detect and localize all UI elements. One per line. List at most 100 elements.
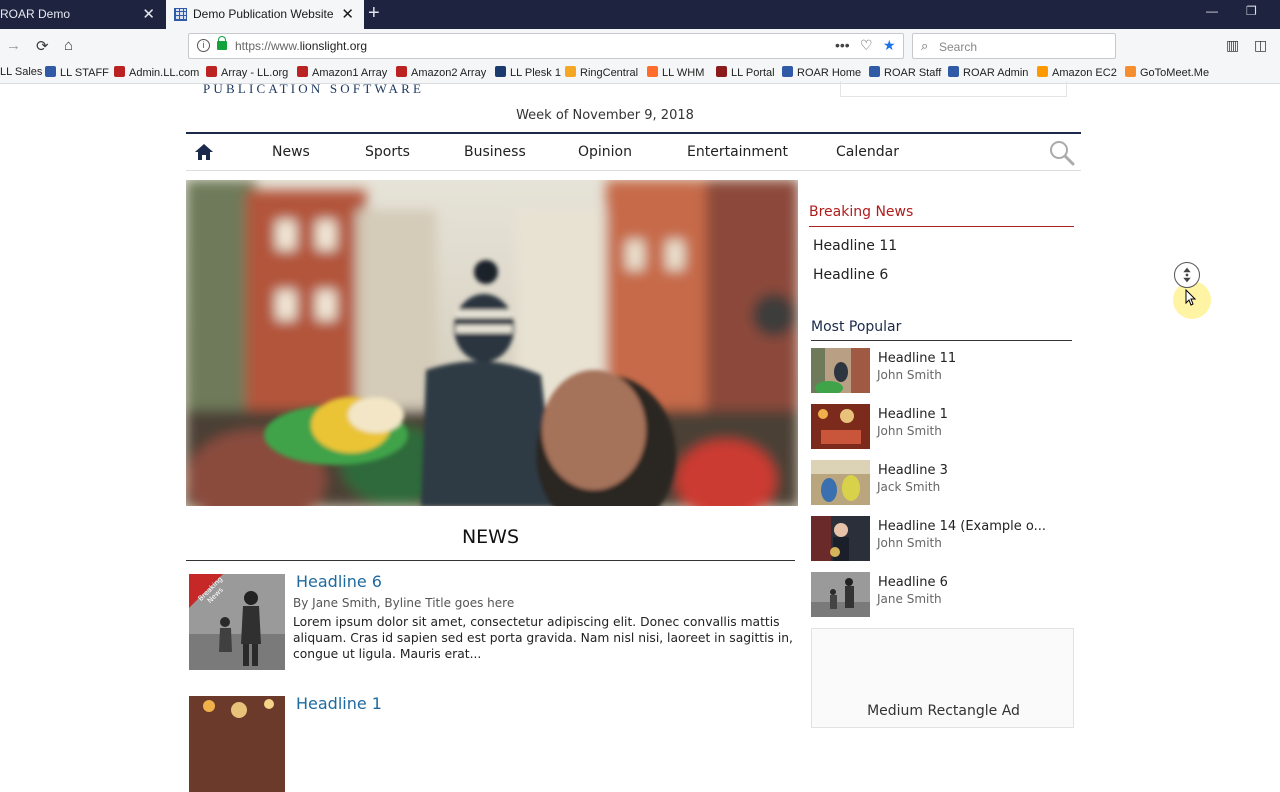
nav-news[interactable]: News <box>272 144 310 160</box>
popular-thumbnail[interactable] <box>811 348 870 393</box>
bookmark-item[interactable]: ROAR Home <box>782 66 861 79</box>
popular-headline[interactable]: Headline 6 <box>878 575 948 590</box>
header-widget <box>840 81 1067 97</box>
browser-nav-bar: → ⟳ ⌂ i https://www.lionslight.org ••• ♡… <box>0 29 1280 63</box>
article-excerpt: Lorem ipsum dolor sit amet, consectetur … <box>293 615 793 661</box>
bookmark-item[interactable]: LL Plesk 1 <box>495 66 561 79</box>
popular-item[interactable]: Headline 6 Jane Smith <box>811 572 1074 618</box>
home-icon[interactable]: ⌂ <box>64 37 73 54</box>
portal-icon <box>716 66 727 77</box>
close-tab-icon[interactable]: ✕ <box>142 0 155 29</box>
popular-item[interactable]: Headline 11 John Smith <box>811 348 1074 394</box>
popular-author: John Smith <box>877 368 942 382</box>
bookmark-star-icon[interactable]: ★ <box>883 37 896 54</box>
bookmark-label: LL Plesk 1 <box>510 67 561 79</box>
bookmark-label: Amazon2 Array <box>411 67 487 79</box>
restore-window-icon[interactable]: ❐ <box>1246 4 1257 18</box>
nav-calendar[interactable]: Calendar <box>836 144 899 160</box>
brand-tagline: PUBLICATION SOFTWARE <box>203 81 425 96</box>
bookmark-item[interactable]: Amazon2 Array <box>396 66 486 79</box>
browser-search-input[interactable]: ⌕ Search <box>912 33 1116 59</box>
bookmark-item[interactable]: Array - LL.org <box>206 66 288 79</box>
nav-business[interactable]: Business <box>464 144 526 160</box>
breaking-news-item[interactable]: Headline 6 <box>813 267 888 283</box>
bookmark-item[interactable]: ROAR Admin <box>948 66 1028 79</box>
article-headline[interactable]: Headline 1 <box>296 694 382 713</box>
popular-thumbnail[interactable] <box>811 404 870 449</box>
library-icon[interactable]: ▥ <box>1226 37 1239 54</box>
popular-item[interactable]: Headline 14 (Example o... John Smith <box>811 516 1074 562</box>
bookmark-item[interactable]: ROAR Staff <box>869 66 941 79</box>
popular-thumbnail[interactable] <box>811 460 870 505</box>
breaking-news-divider <box>809 226 1074 227</box>
popular-thumbnail[interactable] <box>811 516 870 561</box>
ll-icon <box>114 66 125 77</box>
section-title: NEWS <box>461 526 520 548</box>
ec2-icon <box>1037 66 1048 77</box>
new-tab-icon[interactable]: + <box>368 2 380 25</box>
main-navigation: News Sports Business Opinion Entertainme… <box>186 132 1081 171</box>
popular-headline[interactable]: Headline 3 <box>878 463 948 478</box>
article-thumbnail[interactable] <box>189 696 285 792</box>
site-info-icon[interactable]: i <box>197 39 210 52</box>
popular-author: Jane Smith <box>877 592 942 606</box>
autoscroll-icon[interactable] <box>1174 262 1200 288</box>
home-icon[interactable] <box>194 143 214 161</box>
ll-icon <box>206 66 217 77</box>
ll-icon <box>297 66 308 77</box>
tab-roar-demo[interactable]: ROAR Demo ✕ <box>0 0 165 29</box>
popular-headline[interactable]: Headline 1 <box>878 407 948 422</box>
bookmark-label: GoToMeet.Me <box>1140 67 1210 79</box>
search-icon: ⌕ <box>921 38 929 53</box>
most-popular-title: Most Popular <box>811 319 902 335</box>
ad-label: Medium Rectangle Ad <box>867 703 1020 719</box>
bookmark-label: LL WHM <box>662 67 705 79</box>
popular-item[interactable]: Headline 1 John Smith <box>811 404 1074 450</box>
popular-item[interactable]: Headline 3 Jack Smith <box>811 460 1074 506</box>
page-actions-icon[interactable]: ••• <box>835 37 850 53</box>
minimize-icon[interactable]: — <box>1206 4 1218 18</box>
tab-title: ROAR Demo <box>0 7 71 21</box>
article-byline: By Jane Smith, Byline Title goes here <box>293 596 515 610</box>
bookmark-item[interactable]: LL WHM <box>647 66 704 79</box>
reload-icon[interactable]: ⟳ <box>36 37 49 55</box>
tab-demo-publication[interactable]: Demo Publication Website ✕ <box>166 0 364 29</box>
breaking-news-item[interactable]: Headline 11 <box>813 238 897 254</box>
site-favicon-icon <box>174 8 187 21</box>
bookmark-item[interactable]: LL Portal <box>716 66 775 79</box>
popular-headline[interactable]: Headline 14 (Example o... <box>878 519 1046 534</box>
sidebar-icon[interactable]: ◫ <box>1254 37 1267 54</box>
medium-rectangle-ad[interactable]: Medium Rectangle Ad <box>811 628 1074 728</box>
bookmark-item[interactable]: GoToMeet.Me <box>1125 66 1209 79</box>
pocket-icon[interactable]: ♡ <box>860 37 873 54</box>
mouse-cursor-icon <box>1185 289 1197 306</box>
close-tab-icon[interactable]: ✕ <box>341 0 354 29</box>
ringcentral-icon <box>565 66 576 77</box>
bookmark-label: ROAR Admin <box>963 67 1029 79</box>
hero-image[interactable] <box>186 180 798 506</box>
search-placeholder: Search <box>939 40 978 54</box>
bookmark-item[interactable]: RingCentral <box>565 66 638 79</box>
article-thumbnail[interactable]: Breaking News <box>189 574 285 670</box>
site-search-icon[interactable] <box>1049 140 1075 166</box>
browser-tab-bar: ROAR Demo ✕ Demo Publication Website ✕ +… <box>0 0 1280 29</box>
ll-icon <box>396 66 407 77</box>
article-headline[interactable]: Headline 6 <box>296 572 382 591</box>
section-divider <box>186 560 795 561</box>
bookmark-item[interactable]: LL STAFF <box>45 66 109 79</box>
nav-entertainment[interactable]: Entertainment <box>687 144 788 160</box>
bookmark-item[interactable]: Amazon1 Array <box>297 66 387 79</box>
address-bar[interactable]: i https://www.lionslight.org ••• ♡ ★ <box>188 33 904 59</box>
popular-author: Jack Smith <box>877 480 941 494</box>
nav-sports[interactable]: Sports <box>365 144 410 160</box>
forward-icon[interactable]: → <box>6 37 21 54</box>
bookmark-label: ROAR Staff <box>884 67 942 79</box>
bookmark-label: LL STAFF <box>60 67 109 79</box>
bookmarks-bar: LL Sales LL STAFF Admin.LL.com Array - LL.o… <box>0 63 1280 84</box>
popular-headline[interactable]: Headline 11 <box>878 351 956 366</box>
popular-thumbnail[interactable] <box>811 572 870 617</box>
bookmark-item[interactable]: LL Sales <box>0 66 42 78</box>
bookmark-item[interactable]: Admin.LL.com <box>114 66 199 79</box>
bookmark-item[interactable]: Amazon EC2 <box>1037 66 1117 79</box>
nav-opinion[interactable]: Opinion <box>578 144 632 160</box>
